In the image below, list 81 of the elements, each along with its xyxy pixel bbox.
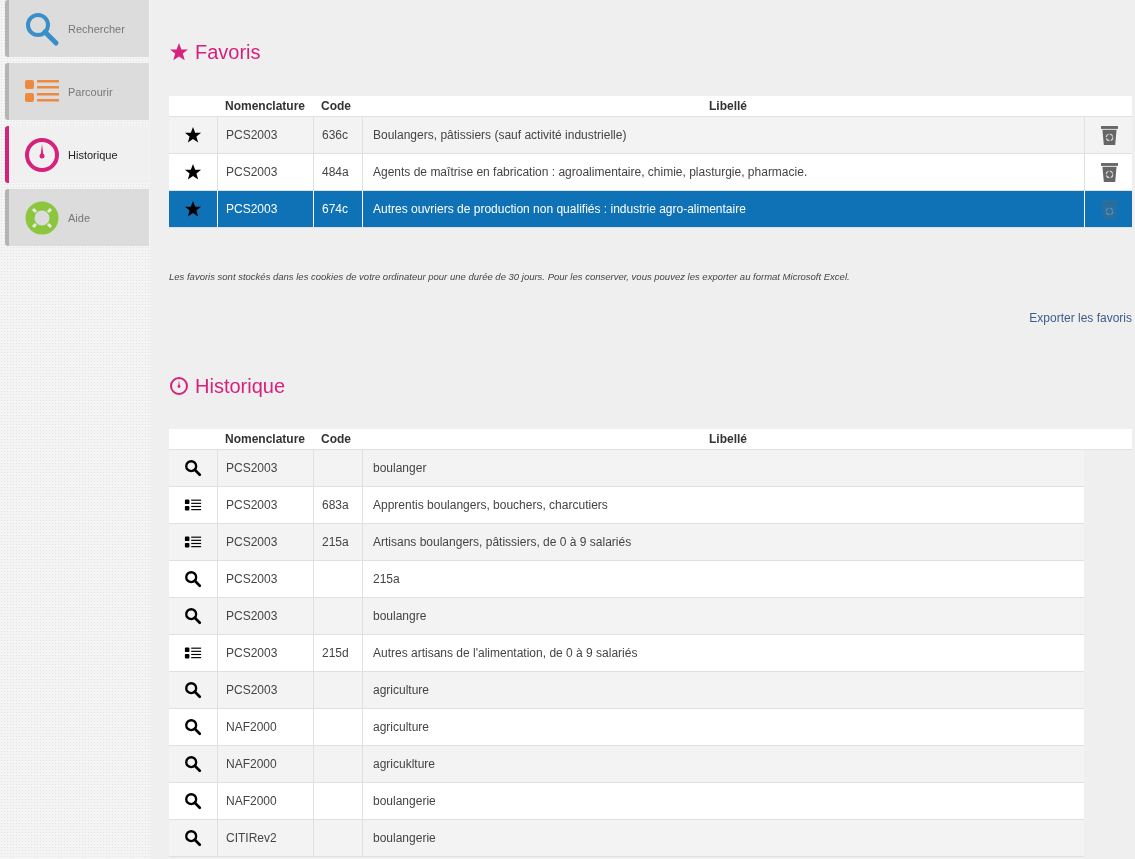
gauge-icon	[24, 136, 60, 173]
star-icon	[169, 42, 189, 62]
table-cell: agriculture	[362, 672, 1084, 708]
history-row[interactable]: NAF2000 agricuklture	[169, 746, 1084, 783]
search-icon	[184, 755, 202, 773]
history-row[interactable]: PCS2003 215d Autres artisans de l'alimentation, de 0 à 9 salariés	[169, 635, 1084, 672]
table-cell: 636c	[313, 117, 362, 153]
table-cell: PCS2003	[217, 524, 313, 560]
table-cell: PCS2003	[217, 117, 313, 153]
info-note: Les favoris sont stockés dans les cookies de votre ordinateur pour une durée de 30 jours. Pour les conserver, vous pouvez les exporter au format Microsoft Excel.	[169, 270, 851, 284]
table-cell: 215a	[313, 524, 362, 560]
table-cell: agricuklture	[362, 746, 1084, 782]
column-header: Libellé	[708, 98, 748, 115]
table-cell: 674c	[313, 191, 362, 227]
table-cell: 683a	[313, 487, 362, 523]
lifebuoy-icon	[24, 199, 60, 236]
table-cell: boulangerie	[362, 783, 1084, 819]
table-cell: NAF2000	[217, 783, 313, 819]
table-cell: PCS2003	[217, 561, 313, 597]
export-link[interactable]: Exporter les favoris	[1029, 310, 1132, 326]
table-cell: CITIRev2	[217, 820, 313, 856]
sidebar-item[interactable]: Historique	[5, 126, 149, 183]
star-icon	[184, 163, 202, 181]
search-icon	[184, 607, 202, 625]
table-cell: Autres ouvriers de production non qualifiés : industrie agro-alimentaire	[362, 191, 1084, 227]
star-icon	[184, 126, 202, 144]
table-cell: boulanger	[362, 450, 1084, 486]
history-row[interactable]: PCS2003 boulangre	[169, 598, 1084, 635]
section-title-text: Favoris	[195, 40, 261, 64]
history-row[interactable]: NAF2000 agriculture	[169, 709, 1084, 746]
search-icon	[184, 570, 202, 588]
favorite-row[interactable]: PCS2003 636c Boulangers, pâtissiers (sauf activité industrielle)	[169, 117, 1132, 154]
recycle-bin-icon[interactable]	[1100, 162, 1118, 182]
table-cell: boulangerie	[362, 820, 1084, 856]
column-header: Code	[320, 431, 352, 448]
table-cell: PCS2003	[217, 598, 313, 634]
star-icon	[184, 200, 202, 218]
table-cell: 215d	[313, 635, 362, 671]
table-cell: PCS2003	[217, 487, 313, 523]
table-cell: Artisans boulangers, pâtissiers, de 0 à 9 salariés	[362, 524, 1084, 560]
search-icon	[184, 829, 202, 847]
search-icon	[184, 792, 202, 810]
table-cell: Agents de maîtrise en fabrication : agroalimentaire, chimie, plasturgie, pharmacie.	[362, 154, 1084, 190]
table-cell: 484a	[313, 154, 362, 190]
table-cell: NAF2000	[217, 709, 313, 745]
search-icon	[184, 718, 202, 736]
column-header: Libellé	[708, 431, 748, 448]
history-row[interactable]: PCS2003 boulanger	[169, 450, 1084, 487]
history-row[interactable]: CITIRev2 boulangerie	[169, 820, 1084, 857]
section-title-text: Historique	[195, 374, 286, 398]
table-cell: boulangre	[362, 598, 1084, 634]
favorite-row[interactable]: PCS2003 674c Autres ouvriers de production non qualifiés : industrie agro-alimentaire	[169, 191, 1132, 228]
table-cell: NAF2000	[217, 746, 313, 782]
gauge-icon	[169, 376, 189, 396]
sidebar-label: Rechercher	[68, 22, 125, 35]
table-cell: agriculture	[362, 709, 1084, 745]
history-row[interactable]: NAF2000 boulangerie	[169, 783, 1084, 820]
column-header: Code	[320, 98, 352, 115]
favorite-row[interactable]: PCS2003 484a Agents de maîtrise en fabrication : agroalimentaire, chimie, plasturgie, pharmacie.	[169, 154, 1132, 191]
table-cell: PCS2003	[217, 450, 313, 486]
search-icon	[24, 10, 60, 47]
table-cell: Apprentis boulangers, bouchers, charcutiers	[362, 487, 1084, 523]
table-cell: PCS2003	[217, 191, 313, 227]
search-icon	[184, 681, 202, 699]
table-cell: Autres artisans de l'alimentation, de 0 à 9 salariés	[362, 635, 1084, 671]
table-cell: Boulangers, pâtissiers (sauf activité industrielle)	[362, 117, 1084, 153]
sidebar-label: Aide	[68, 211, 91, 224]
history-row[interactable]: PCS2003 agriculture	[169, 672, 1084, 709]
sidebar-label: Historique	[68, 148, 118, 161]
sidebar-label: Parcourir	[68, 85, 113, 98]
table-cell: 215a	[362, 561, 1084, 597]
search-icon	[184, 459, 202, 477]
column-header: Nomenclature	[224, 431, 307, 448]
column-header: Nomenclature	[224, 98, 307, 115]
recycle-bin-icon[interactable]	[1100, 125, 1118, 145]
history-row[interactable]: PCS2003 683a Apprentis boulangers, bouchers, charcutiers	[169, 487, 1084, 524]
table-cell: PCS2003	[217, 672, 313, 708]
history-row[interactable]: PCS2003 215a Artisans boulangers, pâtissiers, de 0 à 9 salariés	[169, 524, 1084, 561]
history-row[interactable]: PCS2003 215a	[169, 561, 1084, 598]
table-cell: PCS2003	[217, 635, 313, 671]
table-cell: PCS2003	[217, 154, 313, 190]
